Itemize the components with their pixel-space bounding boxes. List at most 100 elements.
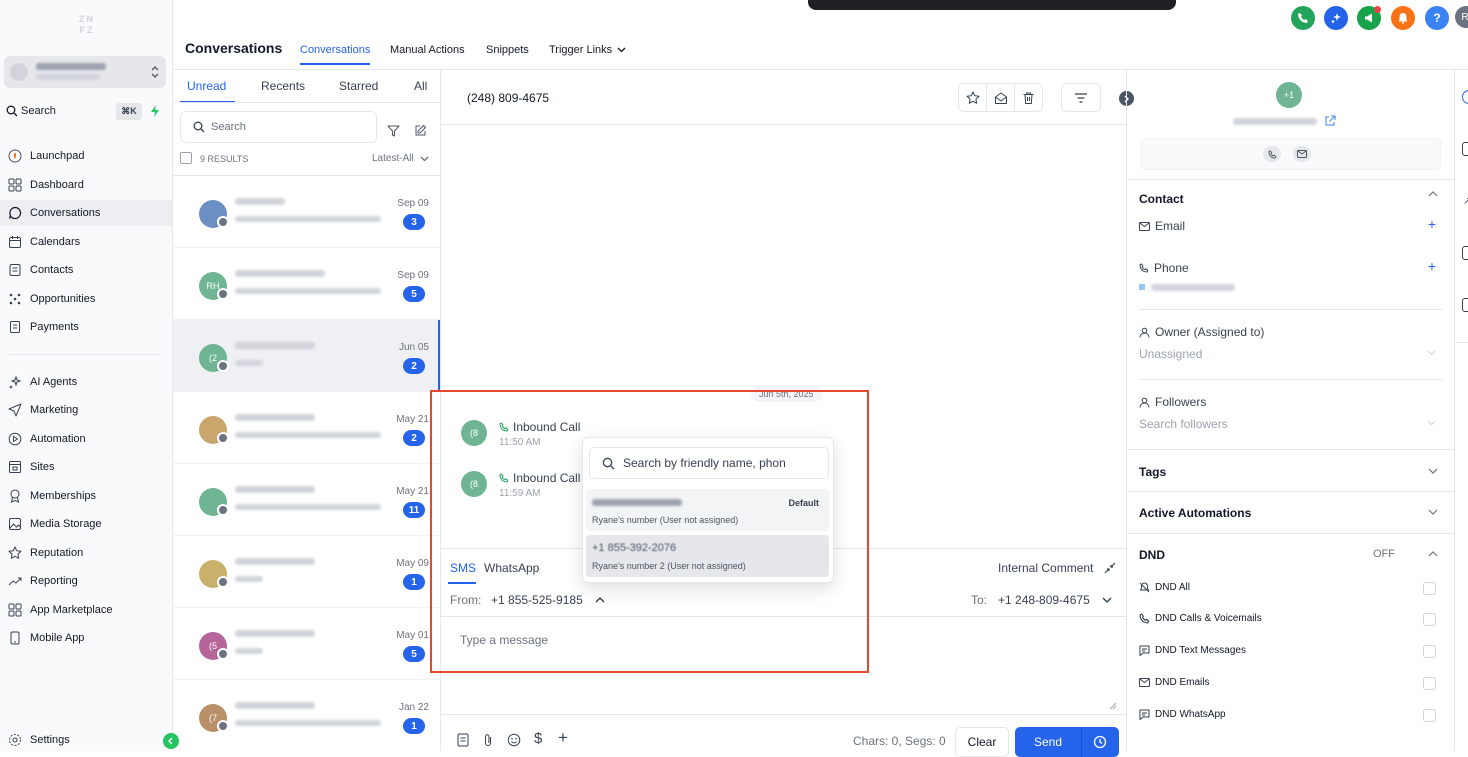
user-avatar[interactable]: R [1455,6,1468,28]
nav-launchpad[interactable]: Launchpad [0,143,172,169]
compose-icon[interactable] [414,124,427,137]
schedule-clock-icon[interactable] [1093,735,1107,749]
internal-comment-tab[interactable]: Internal Comment [998,561,1093,575]
star-icon[interactable] [959,84,987,111]
tab-conversations[interactable]: Conversations [300,44,371,65]
dollar-icon[interactable]: $ [534,730,542,747]
list-tab-starred[interactable]: Starred [339,79,378,93]
emoji-icon[interactable] [507,733,521,747]
nav-opportunities[interactable]: Opportunities [0,286,172,312]
nav-app-marketplace[interactable]: App Marketplace [0,597,172,623]
trash-icon[interactable] [1015,84,1042,111]
send-button[interactable]: Send [1015,727,1119,757]
rail-tasks-icon[interactable] [1462,298,1468,312]
email-contact-button[interactable] [1293,146,1311,162]
chevron-up-icon[interactable] [1428,191,1438,197]
mail-open-icon[interactable] [987,84,1015,111]
announcements-button[interactable] [1357,6,1381,30]
dnd-checkbox[interactable] [1423,645,1436,658]
bell-off-icon [1139,582,1150,593]
nav-ai-agents[interactable]: AI Agents [0,369,172,395]
filter-messages-button[interactable] [1061,83,1101,112]
nav-reputation[interactable]: Reputation [0,540,172,566]
dnd-checkbox[interactable] [1423,677,1436,690]
clear-button[interactable]: Clear [955,727,1009,757]
lightning-icon[interactable] [150,104,161,118]
nav-media-storage[interactable]: Media Storage [0,511,172,537]
rail-notes-icon[interactable] [1462,246,1468,260]
nav-dashboard[interactable]: Dashboard [0,172,172,198]
from-number-select[interactable]: +1 855-525-9185 [491,593,605,607]
conversation-row[interactable]: (7 Jan 22 1 [173,680,440,752]
resize-handle-icon[interactable] [1109,702,1117,710]
sidebar-search[interactable]: Search ⌘K [6,103,166,121]
nav-contacts[interactable]: Contacts [0,257,172,283]
template-icon[interactable] [457,733,469,747]
chevron-up-icon[interactable] [1428,551,1438,557]
nav-calendars[interactable]: Calendars [0,229,172,255]
to-number-select[interactable]: +1 248-809-4675 [998,593,1112,607]
conversation-row[interactable]: (5 May 01 5 [173,608,440,680]
nav-mobile-app[interactable]: Mobile App [0,625,172,651]
help-button[interactable]: ? [1425,6,1449,30]
nav-sites[interactable]: Sites [0,454,172,480]
nav-conversations[interactable]: Conversations [0,200,172,226]
chevron-down-icon[interactable] [1428,468,1438,474]
owner-select[interactable]: Unassigned [1139,347,1202,361]
nav-payments[interactable]: Payments [0,314,172,340]
conversation-row[interactable]: RH Sep 09 5 [173,248,440,320]
external-link-icon[interactable] [1324,115,1336,127]
unread-badge: 2 [403,358,425,374]
nav-settings[interactable]: Settings [0,727,172,753]
collapse-icon[interactable] [1104,562,1116,574]
conversation-row[interactable]: May 21 11 [173,464,440,536]
composer-tab-sms[interactable]: SMS [450,561,476,575]
tags-section-title[interactable]: Tags [1139,465,1166,479]
nav-reporting[interactable]: Reporting [0,568,172,594]
chat-contact-phone: (248) 809-4675 [467,91,550,105]
ai-sparkle-button[interactable] [1324,6,1348,30]
dnd-checkbox[interactable] [1423,613,1436,626]
attachment-icon[interactable] [483,733,493,747]
conversation-search-input[interactable]: Search [180,111,377,143]
conversation-row[interactable]: May 21 2 [173,392,440,464]
list-tab-unread[interactable]: Unread [187,79,226,93]
sort-dropdown[interactable]: Latest-All [372,153,429,164]
nav-label: Calendars [30,236,81,248]
rail-profile-icon[interactable] [1462,90,1468,104]
tab-manual-actions[interactable]: Manual Actions [390,44,465,56]
call-contact-button[interactable] [1263,146,1281,162]
dnd-checkbox[interactable] [1423,709,1436,722]
tab-trigger-links[interactable]: Trigger Links [549,44,626,56]
dropdown-search-input[interactable]: Search by friendly name, phon [589,447,829,479]
phone-label: Phone [1154,261,1189,275]
filter-icon[interactable] [387,125,400,137]
phone-call-button[interactable] [1291,6,1315,30]
list-tab-recents[interactable]: Recents [261,79,305,93]
rail-expand-icon[interactable]: ↗ [1463,196,1468,207]
chevron-down-icon[interactable] [1428,509,1438,515]
message-input[interactable]: Type a message [460,633,548,647]
composer-tab-whatsapp[interactable]: WhatsApp [484,561,539,575]
number-option-selected[interactable]: +1 855-392-2076 Ryane's number 2 (User n… [586,535,829,577]
notifications-button[interactable] [1391,6,1415,30]
conversation-row-selected[interactable]: (2 Jun 05 2 [173,320,440,392]
nav-marketing[interactable]: Marketing [0,397,172,423]
automations-section-title[interactable]: Active Automations [1139,506,1251,520]
plus-icon[interactable]: + [558,728,568,748]
rail-calendar-icon[interactable] [1462,142,1468,156]
add-phone-button[interactable]: + [1428,258,1436,274]
chevron-down-icon [1102,597,1112,603]
account-switcher[interactable] [4,56,166,88]
followers-select[interactable]: Search followers [1139,417,1228,431]
nav-memberships[interactable]: Memberships [0,483,172,509]
nav-automation[interactable]: Automation [0,426,172,452]
conversation-row[interactable]: May 09 1 [173,536,440,608]
add-email-button[interactable]: + [1428,216,1436,232]
tab-snippets[interactable]: Snippets [486,44,529,56]
number-option[interactable]: Default Ryane's number (User not assigne… [586,489,829,531]
list-tab-all[interactable]: All [414,79,427,93]
conversation-row[interactable]: Sep 09 3 [173,176,440,248]
select-all-checkbox[interactable] [180,152,192,164]
dnd-checkbox[interactable] [1423,582,1436,595]
